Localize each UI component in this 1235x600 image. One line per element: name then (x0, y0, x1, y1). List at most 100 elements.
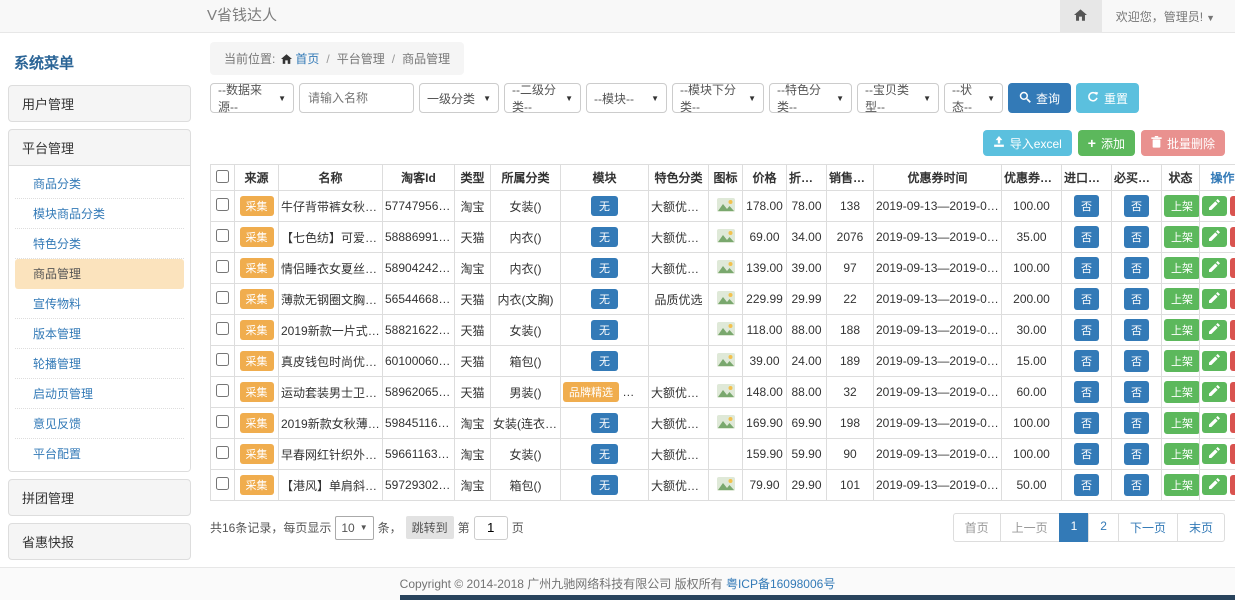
status-button[interactable]: 上架 (1164, 226, 1200, 248)
search-button[interactable]: 查询 (1008, 83, 1071, 113)
delete-button[interactable] (1230, 289, 1235, 309)
import-select-toggle[interactable]: 否 (1074, 474, 1099, 496)
status-button[interactable]: 上架 (1164, 319, 1200, 341)
sidebar-item[interactable]: 特色分类 (15, 229, 184, 259)
delete-button[interactable] (1230, 413, 1235, 433)
jump-button[interactable]: 跳转到 (406, 516, 454, 539)
status-button[interactable]: 上架 (1164, 288, 1200, 310)
status-button[interactable]: 上架 (1164, 195, 1200, 217)
must-buy-toggle[interactable]: 否 (1124, 319, 1149, 341)
must-buy-toggle[interactable]: 否 (1124, 195, 1149, 217)
import-select-toggle[interactable]: 否 (1074, 381, 1099, 403)
row-checkbox[interactable] (216, 291, 229, 304)
must-buy-toggle[interactable]: 否 (1124, 474, 1149, 496)
row-checkbox[interactable] (216, 446, 229, 459)
must-buy-toggle[interactable]: 否 (1124, 350, 1149, 372)
filter-input-name-search[interactable] (299, 83, 414, 113)
breadcrumb-home-link[interactable]: 首页 (295, 52, 319, 66)
filter-select-module-subcategory[interactable]: --模块下分类--▼ (672, 83, 764, 113)
filter-select-level1-category[interactable]: 一级分类▼ (419, 83, 499, 113)
pager-button-下一页[interactable]: 下一页 (1118, 513, 1178, 542)
edit-button[interactable] (1202, 258, 1227, 278)
row-checkbox[interactable] (216, 384, 229, 397)
import-select-toggle[interactable]: 否 (1074, 195, 1099, 217)
sidebar-item[interactable]: 模块商品分类 (15, 199, 184, 229)
page-size-select[interactable]: 10 ▼ (335, 516, 373, 540)
delete-button[interactable] (1230, 320, 1235, 340)
delete-button[interactable] (1230, 351, 1235, 371)
import-select-toggle[interactable]: 否 (1074, 412, 1099, 434)
select-all-checkbox[interactable] (216, 170, 229, 183)
filter-select-item-type[interactable]: --宝贝类型--▼ (857, 83, 939, 113)
delete-button[interactable] (1230, 444, 1235, 464)
sidebar-group-0[interactable]: 用户管理 (9, 86, 190, 121)
delete-button[interactable] (1230, 227, 1235, 247)
edit-button[interactable] (1202, 196, 1227, 216)
status-button[interactable]: 上架 (1164, 381, 1200, 403)
row-checkbox[interactable] (216, 260, 229, 273)
sidebar-item[interactable]: 商品分类 (15, 169, 184, 199)
import-excel-button[interactable]: 导入excel (983, 130, 1072, 156)
row-checkbox[interactable] (216, 322, 229, 335)
filter-select-status[interactable]: --状态--▼ (944, 83, 1003, 113)
sidebar-item[interactable]: 启动页管理 (15, 379, 184, 409)
must-buy-toggle[interactable]: 否 (1124, 443, 1149, 465)
row-checkbox[interactable] (216, 198, 229, 211)
edit-button[interactable] (1202, 444, 1227, 464)
edit-button[interactable] (1202, 382, 1227, 402)
sidebar-item[interactable]: 平台配置 (15, 439, 184, 468)
import-select-toggle[interactable]: 否 (1074, 257, 1099, 279)
filter-select-feature-category[interactable]: --特色分类--▼ (769, 83, 852, 113)
import-select-toggle[interactable]: 否 (1074, 288, 1099, 310)
filter-select-data-source[interactable]: --数据来源--▼ (210, 83, 294, 113)
row-checkbox[interactable] (216, 229, 229, 242)
edit-button[interactable] (1202, 320, 1227, 340)
edit-button[interactable] (1202, 289, 1227, 309)
filter-select-module[interactable]: --模块--▼ (586, 83, 667, 113)
filter-select-level2-category[interactable]: --二级分类--▼ (504, 83, 581, 113)
status-button[interactable]: 上架 (1164, 412, 1200, 434)
delete-button[interactable] (1230, 258, 1235, 278)
status-button[interactable]: 上架 (1164, 257, 1200, 279)
sidebar-item[interactable]: 轮播管理 (15, 349, 184, 379)
import-select-toggle[interactable]: 否 (1074, 350, 1099, 372)
icp-link[interactable]: 粤ICP备16098006号 (726, 577, 835, 591)
row-checkbox[interactable] (216, 353, 229, 366)
edit-button[interactable] (1202, 475, 1227, 495)
row-checkbox[interactable] (216, 477, 229, 490)
reset-button[interactable]: 重置 (1076, 83, 1139, 113)
sidebar-item[interactable]: 宣传物料 (15, 289, 184, 319)
sidebar-group-2[interactable]: 拼团管理 (9, 480, 190, 515)
home-button[interactable] (1060, 0, 1102, 32)
edit-button[interactable] (1202, 351, 1227, 371)
must-buy-toggle[interactable]: 否 (1124, 288, 1149, 310)
add-button[interactable]: + 添加 (1078, 130, 1135, 156)
delete-button[interactable] (1230, 382, 1235, 402)
must-buy-toggle[interactable]: 否 (1124, 257, 1149, 279)
sidebar-item[interactable]: 商品管理 (15, 259, 184, 289)
sidebar-group-3[interactable]: 省惠快报 (9, 524, 190, 559)
edit-button[interactable] (1202, 413, 1227, 433)
sidebar-item[interactable]: 意见反馈 (15, 409, 184, 439)
sidebar-item[interactable]: 版本管理 (15, 319, 184, 349)
user-menu[interactable]: 欢迎您，管理员!▼ (1116, 8, 1215, 25)
delete-button[interactable] (1230, 475, 1235, 495)
import-select-toggle[interactable]: 否 (1074, 226, 1099, 248)
must-buy-toggle[interactable]: 否 (1124, 226, 1149, 248)
row-checkbox[interactable] (216, 415, 229, 428)
status-button[interactable]: 上架 (1164, 443, 1200, 465)
import-select-toggle[interactable]: 否 (1074, 443, 1099, 465)
pager-button-末页[interactable]: 末页 (1177, 513, 1225, 542)
pager-button-1[interactable]: 1 (1059, 513, 1090, 542)
jump-page-input[interactable] (474, 516, 508, 540)
status-button[interactable]: 上架 (1164, 350, 1200, 372)
batch-delete-button[interactable]: 批量删除 (1141, 130, 1225, 156)
sidebar-group-1[interactable]: 平台管理 (9, 130, 190, 165)
pager-button-2[interactable]: 2 (1088, 513, 1119, 542)
status-button[interactable]: 上架 (1164, 474, 1200, 496)
must-buy-toggle[interactable]: 否 (1124, 412, 1149, 434)
must-buy-toggle[interactable]: 否 (1124, 381, 1149, 403)
import-select-toggle[interactable]: 否 (1074, 319, 1099, 341)
delete-button[interactable] (1230, 196, 1235, 216)
edit-button[interactable] (1202, 227, 1227, 247)
